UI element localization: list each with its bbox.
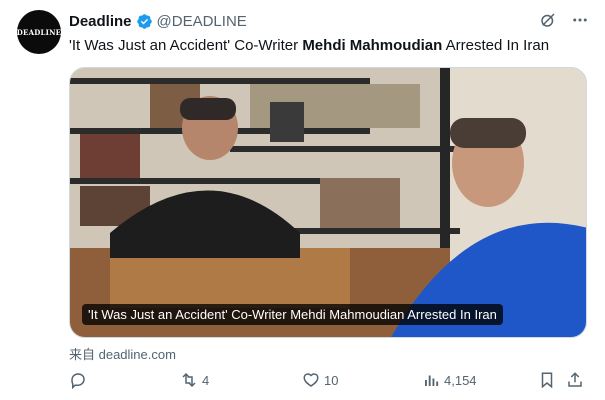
grok-icon[interactable] [539,11,557,29]
views-button[interactable]: 4,154 [422,368,477,392]
tweet-header: Deadline @DEADLINE [69,11,247,31]
tweet[interactable]: DEADLINE Deadline @DEADLINE 'It Was Just… [0,0,605,400]
share-icon [568,372,582,387]
avatar[interactable]: DEADLINE [17,10,61,54]
card-photo [70,68,586,337]
views-icon [425,375,439,386]
tweet-text-bold: Mehdi Mahmoudian [302,37,443,54]
author-name[interactable]: Deadline [69,13,132,30]
author-handle[interactable]: @DEADLINE [157,13,247,30]
tweet-text: 'It Was Just an Accident' Co-Writer Mehd… [69,36,549,56]
card-source-link[interactable]: 来自 deadline.com [69,344,176,363]
tweet-text-suffix: Arrested In Iran [442,37,550,54]
retweet-icon [182,372,196,388]
reply-icon [71,373,85,389]
retweet-button[interactable]: 4 [180,368,209,392]
like-count: 10 [324,372,339,388]
more-options-icon[interactable] [571,11,589,29]
link-card[interactable]: 'It Was Just an Accident' Co-Writer Mehd… [69,67,587,338]
share-button[interactable] [566,368,584,392]
verified-badge-icon[interactable] [136,13,153,30]
card-caption: 'It Was Just an Accident' Co-Writer Mehd… [82,304,503,325]
avatar-text: DEADLINE [16,27,62,37]
action-bar: 4 10 4,154 [69,368,587,392]
reply-button[interactable] [69,368,87,392]
retweet-count: 4 [202,372,210,388]
top-actions [539,11,589,29]
views-count: 4,154 [444,372,477,388]
bookmark-icon [541,372,553,389]
tweet-text-prefix: 'It Was Just an Accident' Co-Writer [69,37,303,54]
heart-icon [303,373,319,387]
bookmark-button[interactable] [538,368,556,392]
like-button[interactable]: 10 [302,368,338,392]
